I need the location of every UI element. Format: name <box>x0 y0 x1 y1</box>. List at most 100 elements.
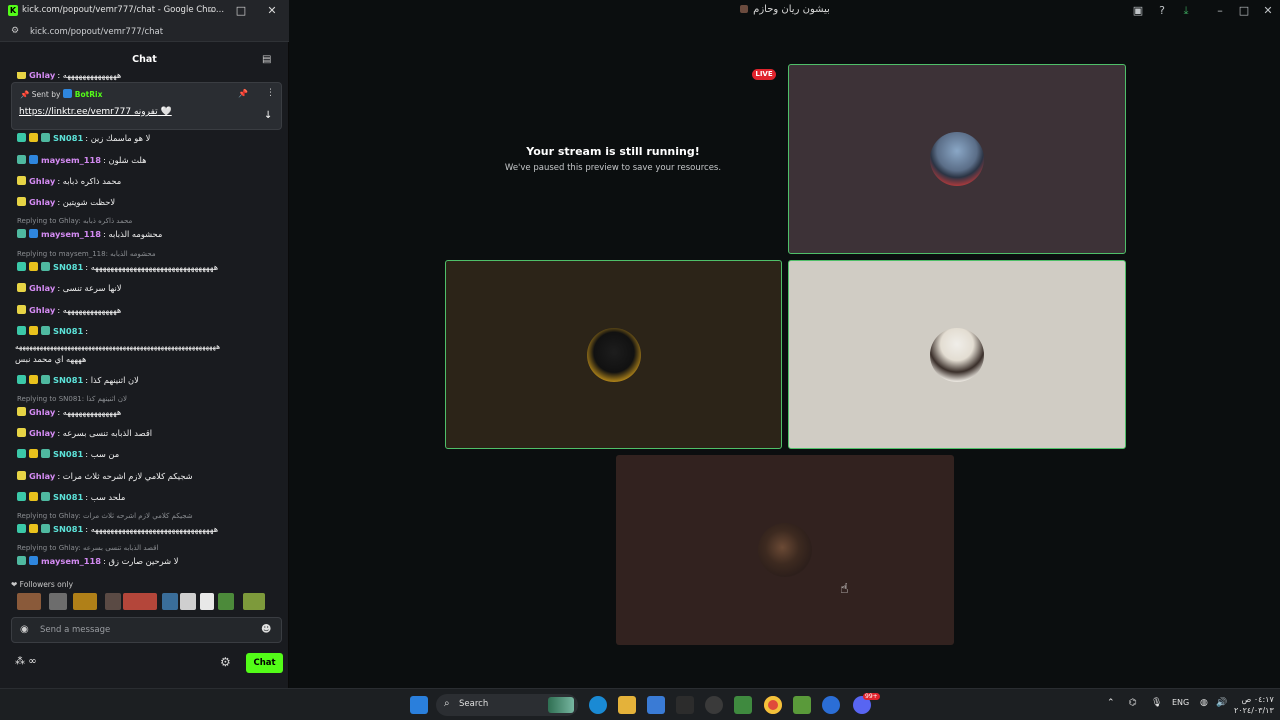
chat-username[interactable]: Ghlay <box>29 407 55 417</box>
app-icon[interactable] <box>793 696 811 714</box>
emoji-icon[interactable]: ☻ <box>261 624 271 635</box>
message-input[interactable] <box>40 622 250 638</box>
minimize-icon[interactable]: – <box>1212 3 1228 19</box>
app-icon[interactable] <box>734 696 752 714</box>
taskbar-search[interactable]: ⌕ Search <box>436 694 578 716</box>
pin-icon[interactable]: 📌 <box>238 89 248 98</box>
chat-username[interactable]: SN081 <box>53 524 83 534</box>
chat-footer-info[interactable]: ⁂ ∞ <box>15 656 37 667</box>
app-icon[interactable] <box>822 696 840 714</box>
chat-text: هلث شلون <box>108 155 147 165</box>
pinned-message[interactable]: 📌 Sent by BotRix https://linktr.ee/vemr7… <box>11 82 282 130</box>
chat-username[interactable]: Ghlay <box>29 471 55 481</box>
language-indicator[interactable]: ENG <box>1172 698 1189 707</box>
chat-header: Chat ▤ <box>0 50 289 72</box>
crown-badge-icon <box>29 133 38 142</box>
minimize-icon[interactable]: – <box>204 3 218 19</box>
store-icon[interactable] <box>647 696 665 714</box>
message-input-box[interactable]: ◉ ☻ <box>11 617 282 643</box>
bot-name[interactable]: BotRix <box>75 90 103 99</box>
emote-icon[interactable] <box>200 593 214 610</box>
emote-icon[interactable] <box>123 593 157 610</box>
pinned-link[interactable]: https://linktr.ee/vemr777 تفرونه 🤍 <box>19 107 172 117</box>
leaderboard-icon[interactable]: ▤ <box>262 54 271 65</box>
chat-message-list[interactable]: Ghlay: ههههههههههههههه SN081: لا هو ماسم… <box>0 72 289 578</box>
chat-username[interactable]: SN081 <box>53 492 83 502</box>
reply-context[interactable]: Replying to Ghlay: شجيكم كلامي لازم اشرح… <box>17 512 193 520</box>
chat-text: اقصد الذبابه تنسى بسرعه <box>62 428 153 438</box>
app-icon[interactable] <box>676 696 694 714</box>
maximize-icon[interactable]: □ <box>234 3 248 19</box>
emote-icon[interactable] <box>180 593 196 610</box>
chat-titlebar: K kick.com/popout/vemr777/chat - Google … <box>0 0 289 22</box>
participant-tile[interactable] <box>788 64 1126 254</box>
emote-icon[interactable] <box>218 593 234 610</box>
system-clock[interactable]: ٠٤:١٧ ص ٢٠٢٤/٠٣/١٣ <box>1234 694 1274 716</box>
chevron-up-icon[interactable]: ⌃ <box>1107 698 1115 708</box>
windows-start-icon[interactable] <box>410 696 428 714</box>
emote-icon[interactable] <box>17 593 41 610</box>
emote-icon[interactable] <box>105 593 121 610</box>
file-explorer-icon[interactable] <box>618 696 636 714</box>
more-options-icon[interactable]: ⋮ <box>266 88 275 98</box>
chat-username[interactable]: SN081 <box>53 449 83 459</box>
download-icon[interactable]: ⤓ <box>1178 3 1194 19</box>
chat-username[interactable]: Ghlay <box>29 283 55 293</box>
address-bar[interactable]: ⚙ kick.com/popout/vemr777/chat <box>0 22 289 42</box>
picture-in-picture-icon[interactable]: ▣ <box>1130 3 1146 19</box>
wifi-icon[interactable]: ◍ <box>1200 698 1208 708</box>
app-icon[interactable] <box>705 696 723 714</box>
chat-username[interactable]: maysem_118 <box>41 556 101 566</box>
emote-icon[interactable] <box>49 593 67 610</box>
site-info-icon[interactable]: ⚙ <box>11 26 19 36</box>
chat-message: SN081: من سب <box>17 449 119 459</box>
chat-message: SN081: ههههههههههههههههههههههههههههههههه <box>17 262 218 272</box>
reply-context[interactable]: Replying to Ghlay: اقصد الذبابه تنسى بسر… <box>17 544 158 552</box>
chat-username[interactable]: SN081 <box>53 375 83 385</box>
emote-icon[interactable] <box>73 593 97 610</box>
settings-gear-icon[interactable]: ⚙ <box>220 655 231 669</box>
arrow-down-icon[interactable]: ↓ <box>264 110 272 121</box>
close-icon[interactable]: ✕ <box>1260 3 1276 19</box>
maximize-icon[interactable]: □ <box>1236 3 1252 19</box>
windows-taskbar: ⌕ Search 99+ ⌃ ⌬ 🎙 ENG ◍ 🔊 ٠٤:١٧ ص ٢٠٢٤/… <box>0 688 1280 720</box>
reply-context[interactable]: Replying to SN081: لان اثنينهم كذا <box>17 395 127 403</box>
crown-badge-icon <box>29 524 38 533</box>
chrome-icon[interactable] <box>764 696 782 714</box>
emote-bar[interactable] <box>17 593 277 611</box>
badge-icon <box>41 326 50 335</box>
chat-message: Ghlay: شجيكم كلامي لازم اشرحه ثلاث مرات <box>17 471 193 481</box>
chat-username[interactable]: maysem_118 <box>41 155 101 165</box>
volume-icon[interactable]: 🔊 <box>1216 698 1227 708</box>
badge-icon <box>17 283 26 292</box>
close-icon[interactable]: ✕ <box>265 3 279 19</box>
reply-context[interactable]: Replying to Ghlay: محمد ذاكره ذبابه <box>17 217 132 225</box>
chat-username[interactable]: Ghlay <box>29 72 55 80</box>
chat-username[interactable]: SN081 <box>53 133 83 143</box>
edge-icon[interactable] <box>589 696 607 714</box>
badge-icon <box>29 229 38 238</box>
chat-username[interactable]: Ghlay <box>29 428 55 438</box>
chat-text: ههههههههههههههه <box>62 305 122 315</box>
subscriber-badge-icon <box>17 326 26 335</box>
network-icon[interactable]: ⌬ <box>1129 698 1137 708</box>
badge-icon <box>17 72 26 79</box>
participant-tile[interactable] <box>445 260 782 449</box>
chat-username[interactable]: SN081 <box>53 326 83 336</box>
microphone-icon[interactable]: 🎙 <box>1151 698 1162 708</box>
participant-tile[interactable] <box>616 455 954 645</box>
chat-username[interactable]: SN081 <box>53 262 83 272</box>
chat-username[interactable]: Ghlay <box>29 176 55 186</box>
chat-username[interactable]: Ghlay <box>29 197 55 207</box>
chat-message: maysem_118: هلث شلون <box>17 155 147 165</box>
emote-icon[interactable] <box>162 593 178 610</box>
help-icon[interactable]: ? <box>1154 3 1170 19</box>
emote-icon[interactable] <box>243 593 265 610</box>
chat-window-title: kick.com/popout/vemr777/chat - Google Ch… <box>22 5 225 15</box>
chat-username[interactable]: Ghlay <box>29 305 55 315</box>
participant-tile[interactable] <box>788 260 1126 449</box>
send-chat-button[interactable]: Chat <box>246 653 283 673</box>
chat-username[interactable]: maysem_118 <box>41 229 101 239</box>
chat-identity-icon[interactable]: ◉ <box>20 624 29 635</box>
reply-context[interactable]: Replying to maysem_118: محشومه الذبابه <box>17 250 156 258</box>
